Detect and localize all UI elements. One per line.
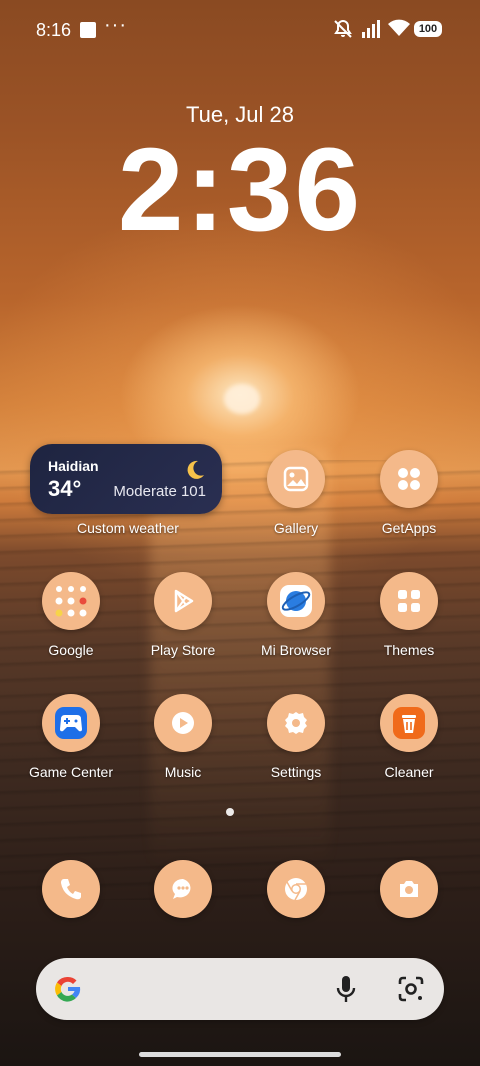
status-bar: 8:16 ··· 100 xyxy=(0,0,480,60)
google-g-icon xyxy=(55,976,81,1002)
cleaner-label: Cleaner xyxy=(384,764,434,780)
wifi-icon xyxy=(388,19,410,36)
gamecenter-label: Game Center xyxy=(28,764,114,780)
themes-app[interactable] xyxy=(380,572,438,630)
weather-widget[interactable]: Haidian 34° Moderate 101 xyxy=(30,444,222,514)
gear-icon xyxy=(285,712,307,734)
gesture-nav-bar[interactable] xyxy=(139,1052,341,1057)
music-label: Music xyxy=(164,764,202,780)
gallery-app[interactable] xyxy=(267,450,325,508)
music-app[interactable] xyxy=(154,694,212,752)
getapps-app[interactable] xyxy=(380,450,438,508)
page-indicator xyxy=(226,808,234,816)
gallery-icon xyxy=(283,466,309,492)
wallpaper-sun xyxy=(224,384,260,414)
playstore-icon xyxy=(174,589,194,613)
notification-square-icon xyxy=(80,22,96,38)
mibrowser-icon xyxy=(280,585,312,617)
status-time: 8:16 xyxy=(36,20,72,40)
signal-icon xyxy=(362,20,380,38)
mibrowser-label: Mi Browser xyxy=(260,642,331,658)
camera-icon xyxy=(400,881,418,897)
getapps-icon xyxy=(398,468,420,490)
mute-icon xyxy=(334,19,352,38)
battery-indicator: 100 xyxy=(414,21,442,37)
dock-camera[interactable] xyxy=(380,860,438,918)
moon-icon xyxy=(187,460,204,479)
chrome-icon xyxy=(285,878,307,901)
weather-air-quality: Moderate 101 xyxy=(113,483,206,500)
settings-app[interactable] xyxy=(267,694,325,752)
messages-icon xyxy=(172,878,191,899)
mibrowser-app[interactable] xyxy=(267,572,325,630)
themes-label: Themes xyxy=(383,642,435,658)
weather-widget-label: Custom weather xyxy=(77,520,179,536)
google-folder-icon xyxy=(55,586,87,617)
dock-phone[interactable] xyxy=(42,860,100,918)
lens-icon[interactable] xyxy=(396,973,426,1005)
gamecenter-icon xyxy=(55,707,87,739)
getapps-label: GetApps xyxy=(381,520,437,536)
playstore-app[interactable] xyxy=(154,572,212,630)
google-folder[interactable] xyxy=(42,572,100,630)
more-notifications-icon: ··· xyxy=(104,14,127,36)
settings-label: Settings xyxy=(270,764,322,780)
phone-icon xyxy=(61,879,81,900)
dock-chrome[interactable] xyxy=(267,860,325,918)
gamecenter-app[interactable] xyxy=(42,694,100,752)
cleaner-icon xyxy=(393,707,425,739)
google-search-bar[interactable] xyxy=(36,958,444,1020)
mic-icon[interactable] xyxy=(332,973,360,1005)
weather-city: Haidian xyxy=(48,458,99,474)
music-icon xyxy=(172,712,194,734)
weather-temperature: 34° xyxy=(48,476,82,501)
playstore-label: Play Store xyxy=(150,642,216,658)
themes-icon xyxy=(398,590,420,612)
cleaner-app[interactable] xyxy=(380,694,438,752)
dock-messages[interactable] xyxy=(154,860,212,918)
google-label: Google xyxy=(48,642,94,658)
gallery-label: Gallery xyxy=(273,520,319,536)
lockscreen-clock: 2:36 xyxy=(117,124,363,256)
